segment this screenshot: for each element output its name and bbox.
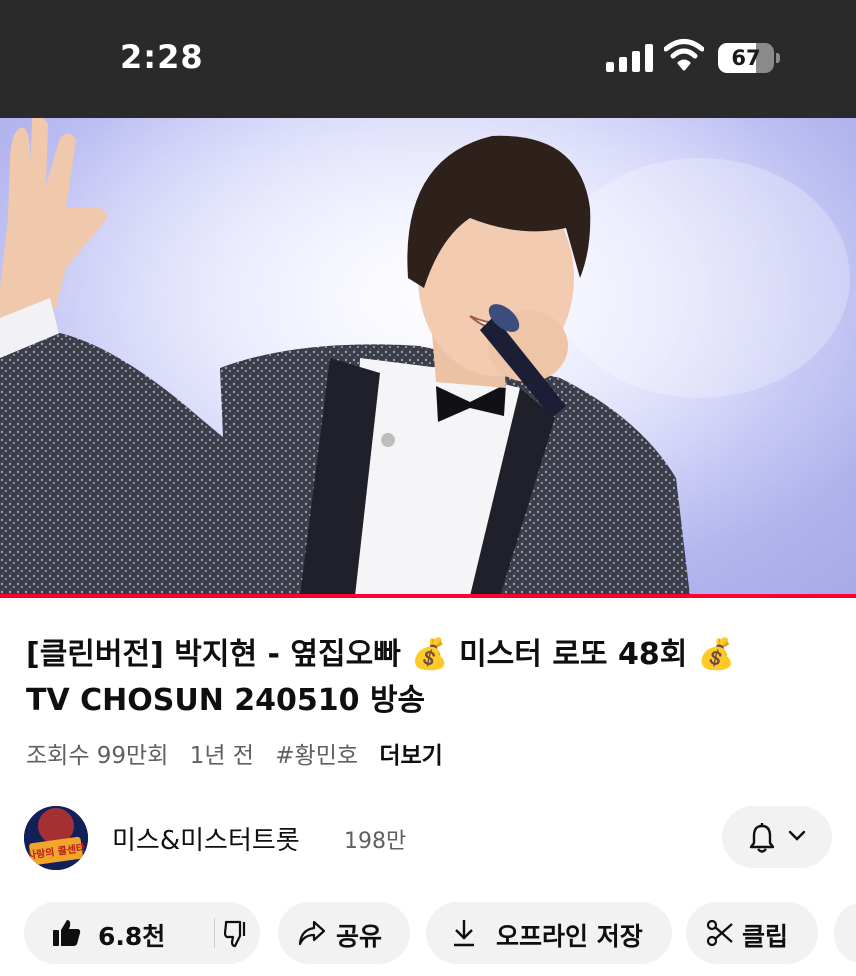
like-icon[interactable] xyxy=(52,918,82,948)
battery-percent: 67 xyxy=(731,46,761,70)
status-time: 2:28 xyxy=(120,38,204,76)
wifi-icon xyxy=(664,39,704,71)
video-details: [클린버전] 박지현 - 옆집오빠 💰 미스터 로또 48회 💰 TV CHOS… xyxy=(0,598,856,976)
clip-button[interactable]: 클립 xyxy=(686,902,818,964)
video-frame xyxy=(0,118,856,596)
dislike-icon[interactable] xyxy=(224,920,250,948)
cellular-signal-icon xyxy=(606,44,654,72)
share-button[interactable]: 공유 xyxy=(278,902,410,964)
action-bar: 6.8천 공유 오프라인 저장 클립 xyxy=(0,902,856,968)
download-label: 오프라인 저장 xyxy=(496,922,643,951)
download-icon xyxy=(454,920,474,947)
more-actions-button[interactable] xyxy=(834,902,856,964)
channel-avatar[interactable]: 사랑의 콜센타 xyxy=(24,806,88,870)
like-dislike-group: 6.8천 xyxy=(24,902,260,964)
hashtag-link[interactable]: #황민호 xyxy=(275,743,358,769)
bell-icon xyxy=(749,823,775,853)
title-part-3: TV CHOSUN 240510 방송 xyxy=(26,683,426,718)
like-count[interactable]: 6.8천 xyxy=(98,917,165,953)
like-divider xyxy=(214,918,215,948)
subscriber-count: 198만 xyxy=(344,829,407,854)
notification-bell-button[interactable] xyxy=(722,806,832,868)
video-title[interactable]: [클린버전] 박지현 - 옆집오빠 💰 미스터 로또 48회 💰 TV CHOS… xyxy=(26,632,816,724)
more-button[interactable]: 더보기 xyxy=(379,743,442,769)
battery-indicator: 67 xyxy=(718,43,780,73)
download-button[interactable]: 오프라인 저장 xyxy=(426,902,672,964)
video-meta[interactable]: 조회수 99만회 1년 전 #황민호 더보기 xyxy=(26,736,443,770)
title-part-2: 미스터 로또 48회 xyxy=(459,637,688,672)
money-bag-emoji: 💰 xyxy=(411,637,449,672)
video-player[interactable] xyxy=(0,118,856,596)
channel-name[interactable]: 미스&미스터트롯 xyxy=(112,820,300,857)
channel-row[interactable]: 사랑의 콜센타 미스&미스터트롯 198만 xyxy=(0,802,856,874)
title-part-1: [클린버전] 박지현 - 옆집오빠 xyxy=(26,637,412,672)
share-label: 공유 xyxy=(336,922,383,951)
view-count: 조회수 99만회 xyxy=(26,743,169,769)
share-icon xyxy=(298,920,326,946)
upload-age: 1년 전 xyxy=(189,743,254,769)
clip-label: 클립 xyxy=(742,922,789,951)
scissors-icon xyxy=(706,920,733,946)
chevron-down-icon xyxy=(788,830,806,841)
status-bar: 2:28 67 xyxy=(0,0,856,118)
money-bag-emoji: 💰 xyxy=(697,637,736,672)
